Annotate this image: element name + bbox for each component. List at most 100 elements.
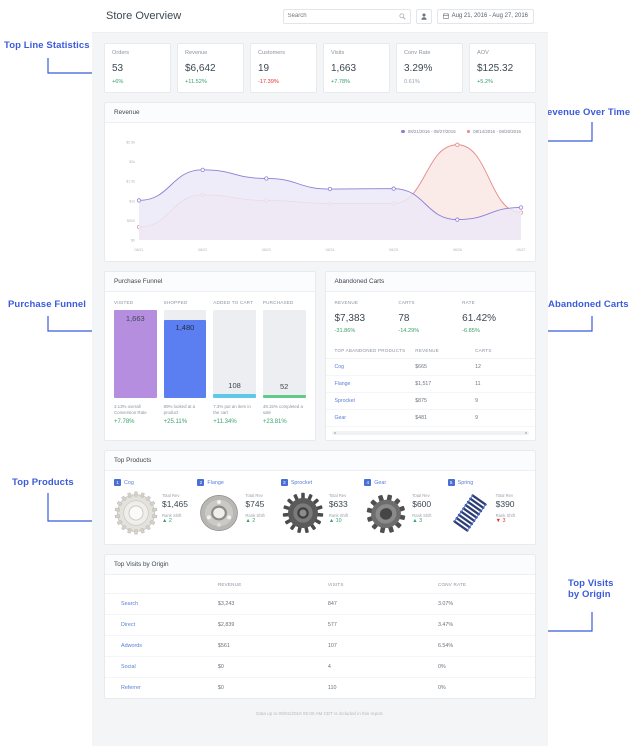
product-header: 1 Cog <box>114 479 192 486</box>
product-body: Total Rev $390 Rank Shift ▼ 3 <box>448 491 526 535</box>
legend-label-previous: 08/14/2016 - 08/20/2016 <box>473 129 521 134</box>
product-card-cog[interactable]: 1 Cog Total Rev $1,465 Rank Shift ▲ 2 <box>114 479 192 535</box>
table-row[interactable]: Direct $2,839 577 3.47% <box>105 615 535 636</box>
product-rev-label: Total Rev <box>245 493 263 498</box>
revenue-chart: 08/21/2016 - 08/27/2016 08/14/2016 - 08/… <box>105 123 535 261</box>
origin-link[interactable]: Social <box>121 664 218 670</box>
product-carts: 9 <box>475 415 479 421</box>
column-header-revenue: REVENUE <box>217 582 242 587</box>
product-rank-shift: ▲ 2 <box>162 518 172 524</box>
table-row[interactable]: Referrer $0 110 0% <box>105 678 535 698</box>
product-card-gear[interactable]: 4 Gear Total Rev $600 Rank Shift ▲ 3 <box>364 479 442 535</box>
search-box[interactable] <box>282 8 411 24</box>
stat-value: 53 <box>112 63 124 74</box>
origin-conv-rate: 3.47% <box>437 622 454 628</box>
origin-link[interactable]: Adwords <box>121 643 218 649</box>
stat-delta: +6% <box>112 79 124 85</box>
product-link[interactable]: Sprocket <box>335 398 416 404</box>
top-products-list: 1 Cog Total Rev $1,465 Rank Shift ▲ 2 2 … <box>105 471 535 544</box>
stat-card-conv-rate[interactable]: Conv Rate 3.29% 0.61% <box>396 43 463 93</box>
product-stats: Total Rev $745 Rank Shift ▲ 2 <box>245 491 264 524</box>
table-row[interactable]: Cog $665 12 <box>325 359 535 376</box>
top-visits-by-origin-panel: Top Visits by Origin REVENUE VISITS CONV… <box>104 554 536 699</box>
product-card-spring[interactable]: 5 Spring Total Rev $390 Rank Shift ▼ 3 <box>447 479 526 535</box>
flange-disc-icon <box>200 495 239 531</box>
page-title: Store Overview <box>106 10 182 22</box>
origin-revenue: $2,839 <box>217 622 235 628</box>
product-name-link[interactable]: Flange <box>207 480 223 486</box>
stat-value: $6,642 <box>185 63 216 74</box>
search-input[interactable] <box>287 13 399 19</box>
footer-note: Data up to 09/01/2016 05:00 AM CDT is in… <box>256 711 384 716</box>
stat-delta: 0.61% <box>404 79 420 85</box>
product-link[interactable]: Flange <box>335 381 416 387</box>
product-card-flange[interactable]: 2 Flange Total Rev $745 Rank Shift ▲ 2 <box>197 479 275 535</box>
funnel-bar: 108 <box>213 310 256 398</box>
product-body: Total Rev $633 Rank Shift ▲ 10 <box>281 491 359 535</box>
table-row[interactable]: Sprocket $875 9 <box>325 393 535 410</box>
abandoned-carts-metrics: REVENUE $7,383 -31.86% CARTS 78 -14.29% … <box>326 292 536 344</box>
origin-revenue: $0 <box>217 685 224 691</box>
top-visits-by-origin-title: Top Visits by Origin <box>105 555 535 575</box>
origin-link[interactable]: Search <box>121 601 218 607</box>
user-icon <box>420 12 427 20</box>
stat-card-customers[interactable]: Customers 19 -17.39% <box>250 43 317 93</box>
product-card-sprocket[interactable]: 3 Sprocket Total Rev $633 Rank Shift ▲ 1… <box>280 479 359 535</box>
origin-link[interactable]: Direct <box>121 622 218 628</box>
origin-conv-rate: 0% <box>437 664 446 670</box>
cart-metric-label: REVENUE <box>334 300 359 305</box>
origin-visits: 4 <box>327 664 331 670</box>
svg-text:$0: $0 <box>131 239 135 243</box>
cart-metric-delta: -31.86% <box>334 328 356 334</box>
product-link[interactable]: Gear <box>335 415 416 421</box>
table-row[interactable]: Adwords $561 107 6.54% <box>105 636 535 657</box>
table-row[interactable]: Social $0 4 0% <box>105 657 535 678</box>
cart-metric-label: CARTS <box>398 300 415 305</box>
origin-conv-rate: 3.07% <box>437 601 454 607</box>
user-button[interactable] <box>415 8 432 24</box>
origin-visits: 107 <box>327 643 337 649</box>
product-stats: Total Rev $1,465 Rank Shift ▲ 2 <box>162 491 188 524</box>
column-header-conv-rate: CONV RATE <box>437 582 467 587</box>
table-row[interactable]: Search $3,243 847 3.07% <box>105 594 535 615</box>
product-carts: 11 <box>475 381 481 387</box>
annotation-top-visits-by-origin: Top Visits by Origin <box>568 578 614 600</box>
abandoned-products-header: TOP ABANDONED PRODUCTS REVENUE CARTS <box>325 344 535 359</box>
product-link[interactable]: Cog <box>335 364 416 370</box>
stat-card-aov[interactable]: AOV $125.32 +5.2% <box>469 43 536 93</box>
abandoned-carts-panel: Abandoned Carts REVENUE $7,383 -31.86% C… <box>324 271 536 441</box>
date-range-picker[interactable]: Aug 21, 2016 - Aug 27, 2016 <box>436 8 534 24</box>
origin-visits: 847 <box>327 601 337 607</box>
product-rev-label: Total Rev <box>412 493 430 498</box>
stat-card-orders[interactable]: Orders 53 +6% <box>104 43 171 93</box>
product-name-link[interactable]: Cog <box>124 480 134 486</box>
horizontal-scrollbar[interactable] <box>331 431 529 435</box>
table-row[interactable]: Flange $1,517 11 <box>325 376 535 393</box>
product-header: 4 Gear <box>364 479 442 486</box>
svg-text:08/27: 08/27 <box>517 248 526 252</box>
stat-label: Customers <box>258 50 286 56</box>
revenue-panel-title: Revenue <box>105 103 535 123</box>
funnel-step-delta: +23.81% <box>262 419 287 425</box>
funnel-bar-fill <box>114 310 157 398</box>
column-header-origin <box>121 582 218 587</box>
funnel-bar-value: 108 <box>228 381 241 390</box>
product-name-link[interactable]: Sprocket <box>291 480 312 486</box>
stat-card-revenue[interactable]: Revenue $6,642 +11.52% <box>177 43 244 93</box>
table-row[interactable]: Gear $481 9 <box>325 410 535 427</box>
product-name-link[interactable]: Gear <box>374 480 386 486</box>
legend-item-current[interactable]: 08/21/2016 - 08/27/2016 <box>401 129 456 134</box>
stat-card-visits[interactable]: Visits 1,663 +7.78% <box>323 43 390 93</box>
product-name-link[interactable]: Spring <box>458 480 474 486</box>
legend-item-previous[interactable]: 08/14/2016 - 08/20/2016 <box>466 129 521 134</box>
stat-value: 1,663 <box>331 63 357 74</box>
origin-link[interactable]: Referrer <box>121 685 218 691</box>
funnel-and-carts-row: Purchase Funnel VISITED 1,663 3.13% over… <box>104 271 536 441</box>
product-rev-label: Total Rev <box>328 493 347 498</box>
dashboard-content: Orders 53 +6% Revenue $6,642 +11.52% Cus… <box>92 33 548 726</box>
product-revenue: $875 <box>415 398 427 404</box>
cart-metric-value: 61.42% <box>462 313 497 324</box>
product-rank-shift: ▲ 3 <box>412 518 423 524</box>
funnel-step-label: ADDED TO CART <box>213 300 254 305</box>
cart-metric-carts: CARTS 78 -14.29% <box>398 300 462 334</box>
